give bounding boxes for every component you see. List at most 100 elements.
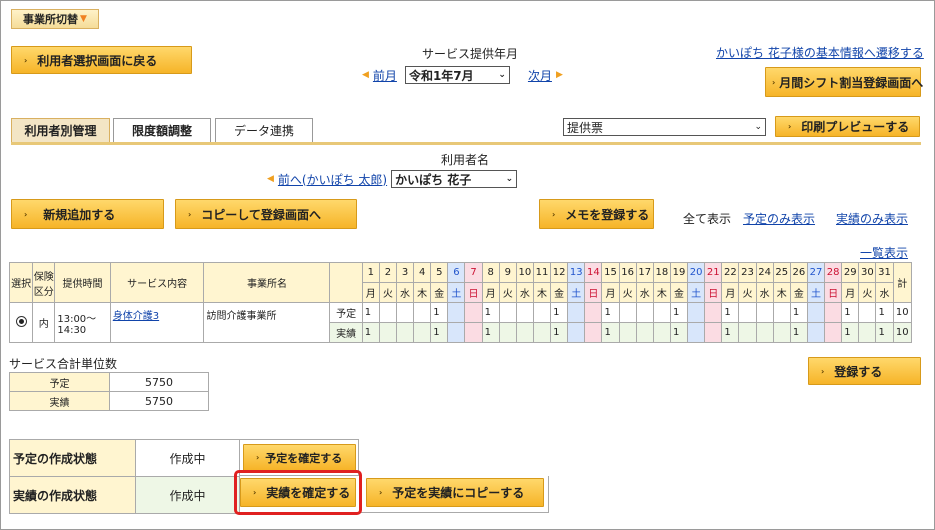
actual-day-cell[interactable]	[413, 322, 432, 343]
weekday-header: 水	[635, 282, 654, 303]
actual-day-cell[interactable]	[755, 322, 774, 343]
plan-day-cell[interactable]	[567, 302, 586, 323]
actual-day-cell[interactable]: 1	[430, 322, 449, 343]
tab-limit-adjust[interactable]: 限度額調整	[113, 118, 211, 142]
confirm-plan-button[interactable]: › 予定を確定する	[243, 444, 356, 471]
plan-day-cell[interactable]	[635, 302, 654, 323]
plan-day-cell[interactable]	[858, 302, 877, 323]
basic-info-link[interactable]: かいぽち 花子様の基本情報へ遷移する	[716, 44, 924, 61]
plan-day-cell[interactable]: 1	[481, 302, 500, 323]
actual-day-cell[interactable]	[704, 322, 723, 343]
actual-day-cell[interactable]	[584, 322, 603, 343]
print-preview-button[interactable]: › 印刷プレビューする	[775, 116, 920, 137]
plan-day-cell[interactable]	[515, 302, 534, 323]
plan-day-cell[interactable]	[413, 302, 432, 323]
service-header: サービス内容	[109, 262, 205, 303]
plan-day-cell[interactable]	[395, 302, 415, 323]
show-actual-link[interactable]: 実績のみ表示	[836, 210, 908, 227]
plan-day-cell[interactable]: 1	[550, 302, 569, 323]
month-select-value: 令和1年7月	[408, 68, 474, 83]
new-add-button[interactable]: › 新規追加する	[11, 199, 164, 229]
actual-day-cell[interactable]: 1	[789, 322, 808, 343]
tab-user-management[interactable]: 利用者別管理	[11, 118, 110, 142]
actual-day-cell[interactable]	[687, 322, 706, 343]
plan-day-cell[interactable]	[464, 302, 483, 323]
plan-day-cell[interactable]: 1	[361, 302, 380, 323]
actual-day-cell[interactable]	[772, 322, 791, 343]
plan-day-cell[interactable]	[378, 302, 397, 323]
plan-day-cell[interactable]	[738, 302, 757, 323]
copy-register-button[interactable]: › コピーして登録画面へ	[175, 199, 357, 229]
plan-day-cell[interactable]: 1	[875, 302, 894, 323]
list-view-link[interactable]: 一覧表示	[860, 244, 908, 261]
prev-user-link[interactable]: 前へ(かいぽち 太郎)	[278, 171, 387, 188]
plan-day-cell[interactable]	[584, 302, 603, 323]
plan-day-cell[interactable]	[652, 302, 671, 323]
plan-day-cell[interactable]	[687, 302, 706, 323]
plan-day-cell[interactable]: 1	[601, 302, 620, 323]
actual-day-cell[interactable]	[378, 322, 397, 343]
actual-day-cell[interactable]	[532, 322, 552, 343]
actual-day-cell[interactable]: 1	[841, 322, 860, 343]
plan-day-cell[interactable]: 1	[789, 302, 808, 323]
plan-day-cell[interactable]: 1	[669, 302, 689, 323]
weekday-header: 木	[652, 282, 671, 303]
back-to-user-select-button[interactable]: › 利用者選択画面に戻る	[11, 46, 192, 74]
plan-day-cell[interactable]: 1	[721, 302, 740, 323]
month-select[interactable]: 令和1年7月 ⌄	[404, 66, 510, 84]
actual-day-cell[interactable]	[806, 322, 826, 343]
tab-data-link[interactable]: データ連携	[215, 118, 313, 142]
actual-day-cell[interactable]	[618, 322, 637, 343]
actual-day-cell[interactable]	[464, 322, 483, 343]
plan-status-label: 予定の作成状態	[9, 439, 136, 477]
service-link[interactable]: 身体介護3	[113, 311, 159, 322]
user-nav: ◀ 前へ(かいぽち 太郎) かいぽち 花子 ⌄	[267, 170, 518, 188]
actual-day-cell[interactable]	[498, 322, 517, 343]
plan-day-cell[interactable]	[806, 302, 826, 323]
actual-day-cell[interactable]: 1	[550, 322, 569, 343]
plan-day-cell[interactable]: 1	[841, 302, 860, 323]
actual-day-cell[interactable]	[738, 322, 757, 343]
radio-selected-icon[interactable]	[15, 315, 27, 327]
actual-day-cell[interactable]: 1	[875, 322, 894, 343]
next-month-link[interactable]: 次月	[528, 67, 552, 84]
prev-month-link[interactable]: 前月	[373, 67, 397, 84]
day-header: 21	[704, 262, 723, 283]
print-type-select[interactable]: 提供票 ⌄	[563, 118, 766, 136]
plan-day-cell[interactable]	[447, 302, 466, 323]
plan-day-cell[interactable]	[755, 302, 774, 323]
tab-label: 限度額調整	[131, 124, 192, 138]
plan-day-cell[interactable]	[498, 302, 517, 323]
actual-day-cell[interactable]: 1	[481, 322, 500, 343]
shift-button-label: 月間シフト割当登録画面へ	[779, 75, 924, 90]
weekday-header: 土	[447, 282, 466, 303]
actual-day-cell[interactable]	[395, 322, 415, 343]
actual-day-cell[interactable]: 1	[601, 322, 620, 343]
plan-day-cell[interactable]	[772, 302, 791, 323]
actual-day-cell[interactable]	[567, 322, 586, 343]
copy-plan-to-actual-button[interactable]: › 予定を実績にコピーする	[366, 478, 544, 507]
actual-day-cell[interactable]	[515, 322, 534, 343]
user-select[interactable]: かいぽち 花子 ⌄	[391, 170, 518, 188]
actual-day-cell[interactable]	[652, 322, 671, 343]
monthly-shift-button[interactable]: › 月間シフト割当登録画面へ	[765, 67, 924, 97]
actual-day-cell[interactable]	[824, 322, 843, 343]
confirm-actual-button[interactable]: › 実績を確定する	[240, 478, 356, 507]
plan-day-cell[interactable]: 1	[430, 302, 449, 323]
register-button[interactable]: › 登録する	[808, 357, 921, 385]
actual-day-cell[interactable]	[447, 322, 466, 343]
office-switch-button[interactable]: 事業所切替 ▼	[11, 9, 99, 29]
actual-day-cell[interactable]: 1	[669, 322, 689, 343]
plan-day-cell[interactable]	[704, 302, 723, 323]
user-name-label: 利用者名	[440, 153, 489, 167]
actual-day-cell[interactable]	[858, 322, 877, 343]
plan-day-cell[interactable]	[532, 302, 552, 323]
actual-day-cell[interactable]	[635, 322, 654, 343]
memo-button[interactable]: › メモを登録する	[539, 199, 654, 229]
actual-day-cell[interactable]: 1	[721, 322, 740, 343]
row-radio-cell[interactable]	[8, 302, 34, 343]
plan-day-cell[interactable]	[824, 302, 843, 323]
actual-day-cell[interactable]: 1	[361, 322, 380, 343]
plan-day-cell[interactable]	[618, 302, 637, 323]
show-plan-link[interactable]: 予定のみ表示	[743, 210, 815, 227]
